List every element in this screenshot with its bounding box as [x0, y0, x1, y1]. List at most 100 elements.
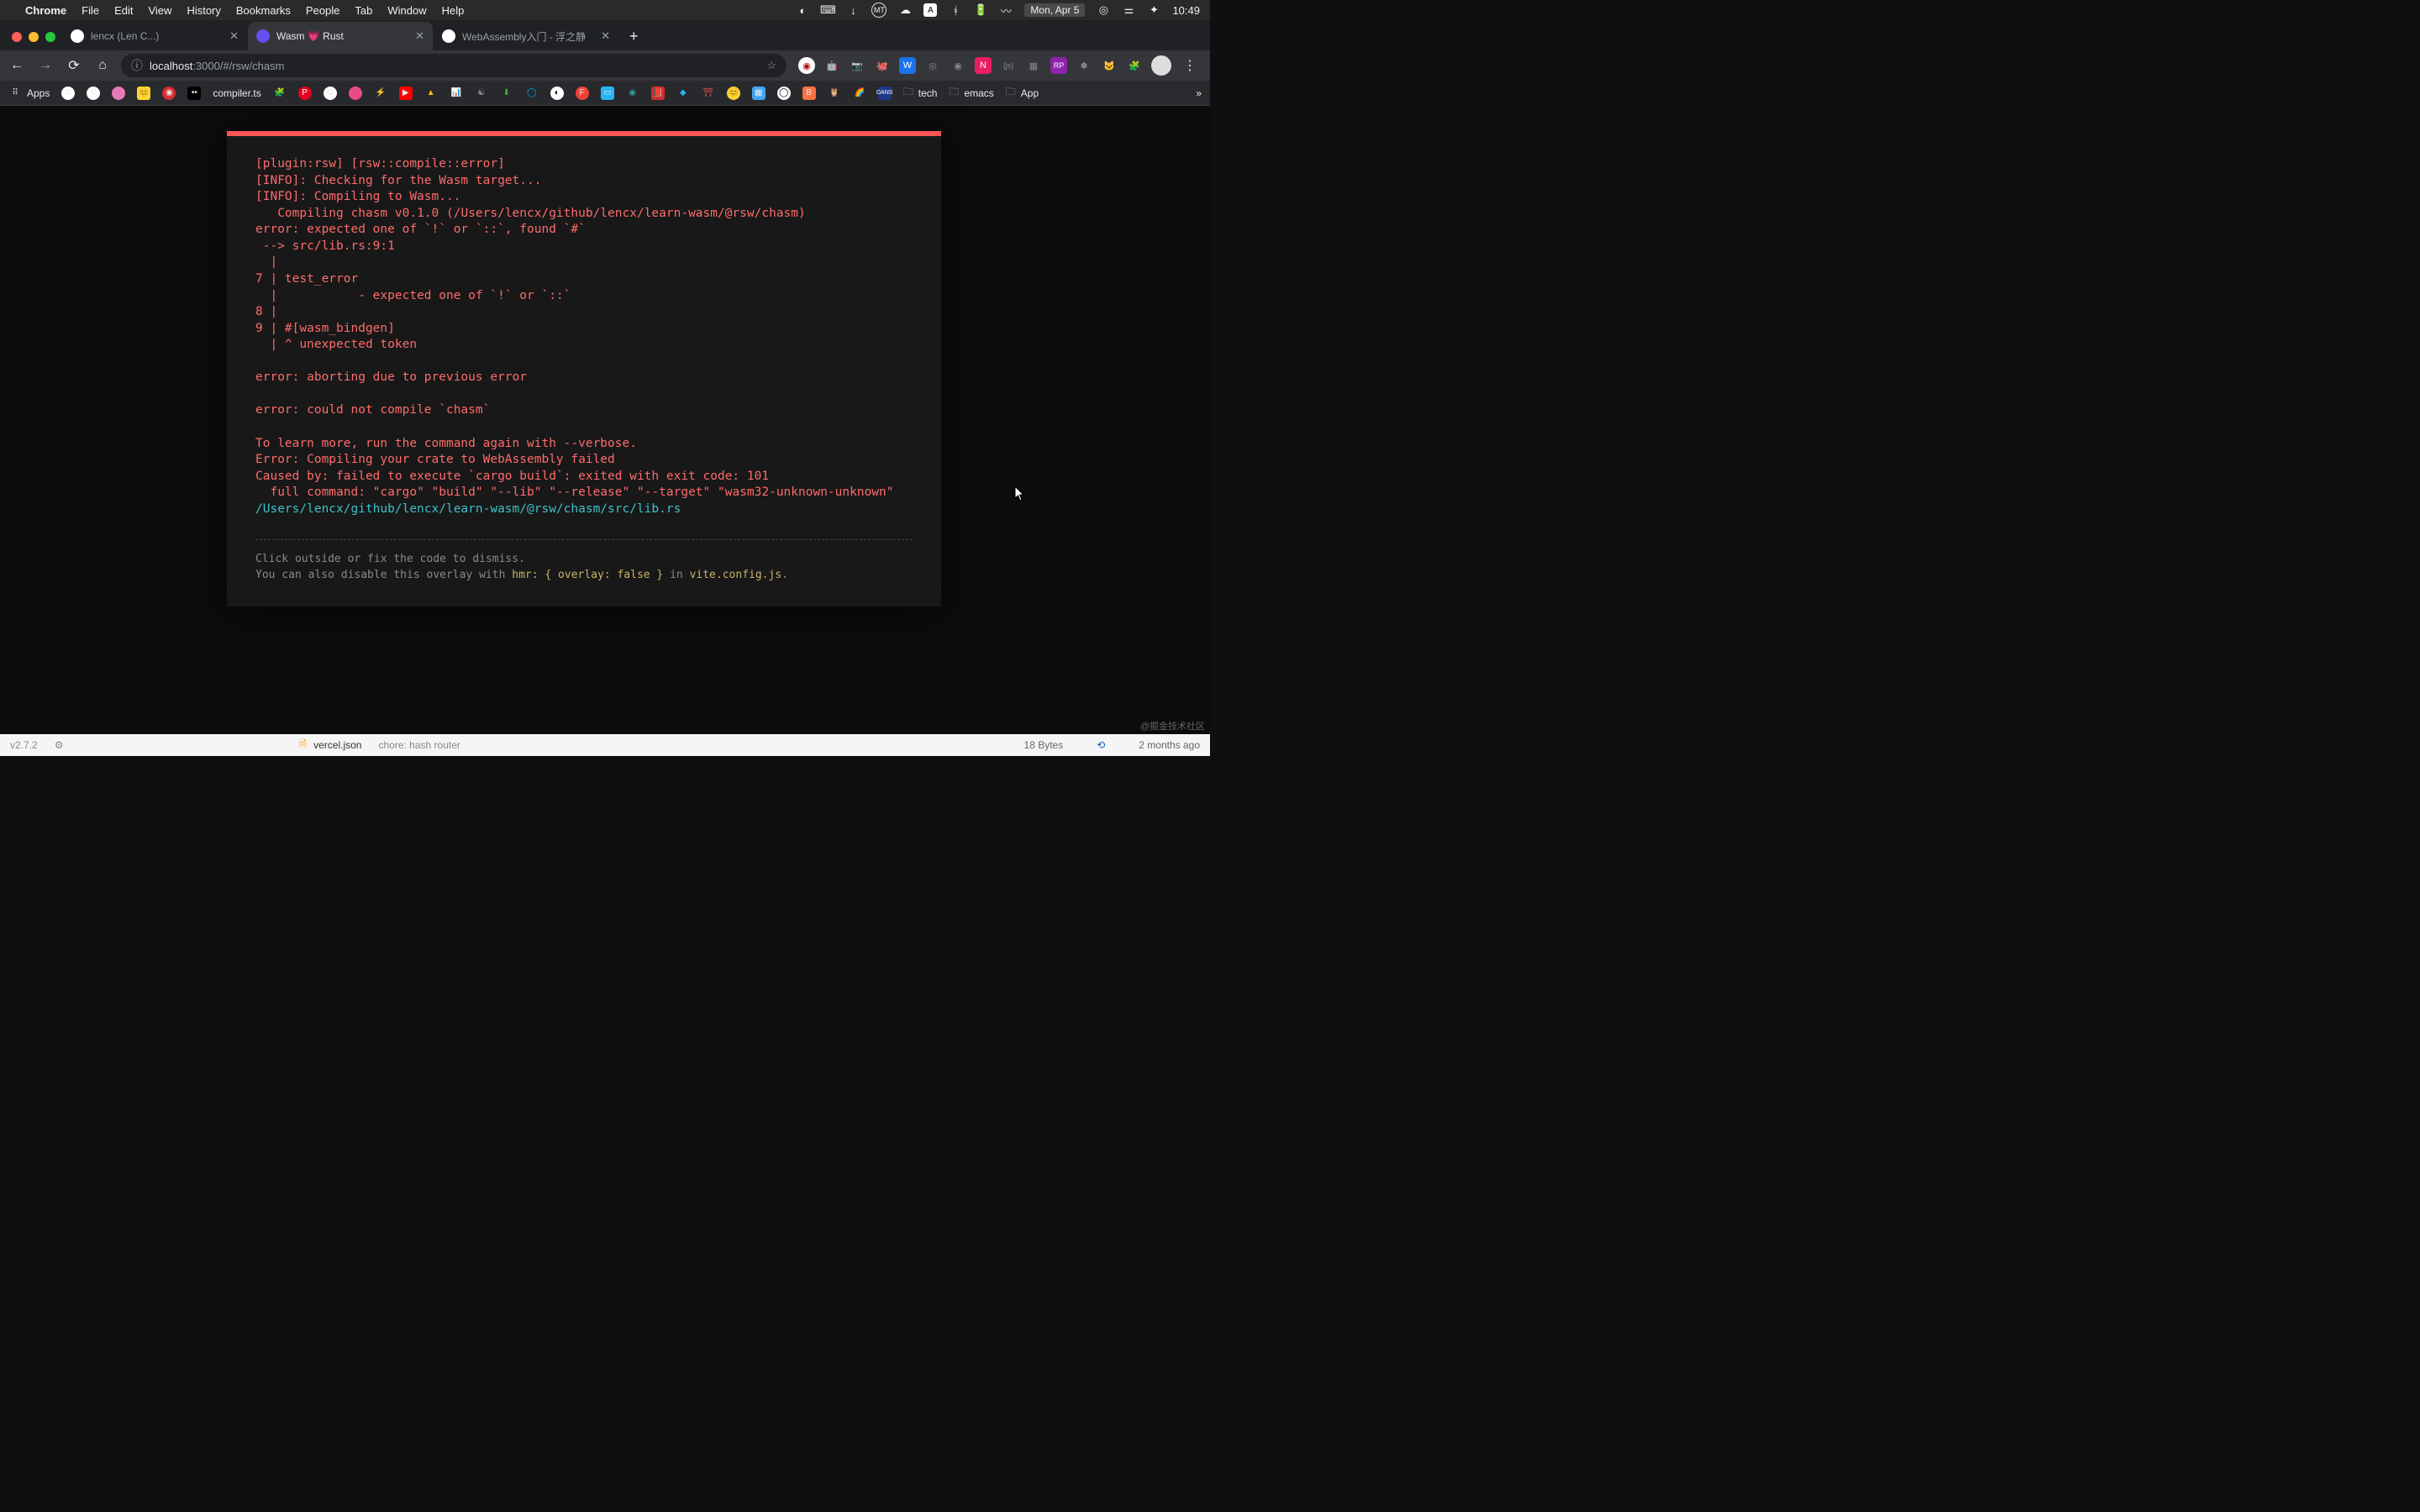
bookmark-folder-app[interactable]: 🗀 App: [1006, 84, 1039, 102]
ext-icon[interactable]: N: [975, 57, 992, 74]
menu-history[interactable]: History: [187, 4, 220, 17]
bookmark-icon[interactable]: ▦: [752, 87, 765, 100]
ext-icon[interactable]: ▦: [1025, 57, 1042, 74]
status-icon-input[interactable]: A: [923, 3, 937, 17]
apps-shortcut[interactable]: ⠿ Apps: [8, 87, 50, 100]
ext-icon[interactable]: {js}: [1000, 57, 1017, 74]
bookmarks-overflow-icon[interactable]: »: [1196, 87, 1202, 99]
bookmark-icon[interactable]: ▭: [601, 87, 614, 100]
bookmark-compiler[interactable]: compiler.ts: [213, 87, 260, 99]
bookmark-icon[interactable]: ▶: [399, 87, 413, 100]
bookmark-icon[interactable]: ◉: [162, 87, 176, 100]
bookmark-icon[interactable]: ••: [187, 87, 201, 100]
menu-view[interactable]: View: [148, 4, 171, 17]
bookmark-icon[interactable]: 📕: [651, 87, 665, 100]
menu-tab[interactable]: Tab: [355, 4, 372, 17]
back-button[interactable]: ←: [7, 55, 27, 76]
menubar-date[interactable]: Mon, Apr 5: [1024, 3, 1085, 17]
bookmark-icon[interactable]: ◯: [777, 87, 791, 100]
menu-window[interactable]: Window: [387, 4, 426, 17]
ext-ublock-icon[interactable]: ◉: [798, 57, 815, 74]
minimize-window-button[interactable]: [29, 32, 39, 42]
ext-icon[interactable]: ◎: [924, 57, 941, 74]
status-icon-battery[interactable]: 🔋: [974, 3, 987, 17]
bookmark-icon[interactable]: 🧩: [273, 87, 287, 100]
bookmark-icon[interactable]: 🦉: [828, 87, 841, 100]
status-icon-bluetooth[interactable]: ᚼ: [949, 3, 962, 17]
bookmark-icon[interactable]: F: [576, 87, 589, 100]
status-icon-mt[interactable]: MT: [871, 3, 886, 18]
fullscreen-window-button[interactable]: [45, 32, 55, 42]
bookmark-icon[interactable]: ◉: [626, 87, 639, 100]
status-icon-wechat[interactable]: ☁: [898, 3, 912, 17]
bookmark-icon[interactable]: [349, 87, 362, 100]
bookmark-icon[interactable]: ◐: [550, 87, 564, 100]
bookmark-icon[interactable]: P: [298, 87, 312, 100]
bookmark-icon[interactable]: G: [61, 87, 75, 100]
menu-file[interactable]: File: [82, 4, 99, 17]
ext-icon[interactable]: 📷: [849, 57, 865, 74]
file-icon: 🗎: [298, 737, 307, 754]
bookmark-folder-emacs[interactable]: 🗀 emacs: [949, 84, 993, 102]
status-icon-app[interactable]: ✦: [1147, 3, 1160, 17]
history-icon[interactable]: ⟲: [1097, 739, 1105, 751]
bookmark-icon[interactable]: [112, 87, 125, 100]
status-icon-location[interactable]: ◐: [796, 3, 809, 17]
status-icon-download[interactable]: ↓: [846, 3, 860, 17]
site-info-icon[interactable]: ⓘ: [131, 57, 143, 74]
bookmark-icon[interactable]: ◯: [525, 87, 539, 100]
menu-edit[interactable]: Edit: [114, 4, 133, 17]
bookmark-icon[interactable]: 🌈: [853, 87, 866, 100]
bookmark-star-icon[interactable]: ☆: [766, 59, 776, 72]
reload-button[interactable]: ⟳: [64, 55, 84, 76]
bookmark-icon[interactable]: 😊: [727, 87, 740, 100]
home-button[interactable]: ⌂: [92, 55, 113, 76]
address-bar[interactable]: ⓘ localhost:3000/#/rsw/chasm ☆: [121, 54, 786, 77]
profile-avatar[interactable]: [1151, 55, 1171, 76]
menu-bookmarks[interactable]: Bookmarks: [236, 4, 291, 17]
bookmark-icon[interactable]: ⚡: [374, 87, 387, 100]
bookmark-icon[interactable]: B: [802, 87, 816, 100]
ext-icon[interactable]: W: [899, 57, 916, 74]
status-icon-control-center[interactable]: ⚌: [1122, 3, 1135, 17]
close-tab-icon[interactable]: ✕: [601, 29, 610, 43]
error-file-path[interactable]: /Users/lencx/github/lencx/learn-wasm/@rs…: [255, 502, 681, 516]
ext-rp-icon[interactable]: RP: [1050, 57, 1067, 74]
bookmark-icon[interactable]: G: [87, 87, 100, 100]
bookmark-icon[interactable]: ◆: [676, 87, 690, 100]
bookmark-icon[interactable]: ☯: [475, 87, 488, 100]
page-viewport[interactable]: [plugin:rsw] [rsw::compile::error] [INFO…: [0, 106, 1210, 734]
new-tab-button[interactable]: +: [619, 28, 649, 50]
bookmark-icon[interactable]: 📊: [450, 87, 463, 100]
ext-icon[interactable]: ◉: [950, 57, 966, 74]
file-row[interactable]: 🗎 vercel.json: [298, 737, 361, 754]
bookmark-icon[interactable]: DANS: [878, 87, 892, 100]
status-icon-wifi[interactable]: 〰: [999, 3, 1013, 17]
ext-icon[interactable]: 🐙: [874, 57, 891, 74]
bookmark-icon[interactable]: 😊: [137, 87, 150, 100]
menu-help[interactable]: Help: [442, 4, 465, 17]
menubar-clock[interactable]: 10:49: [1172, 4, 1200, 17]
close-window-button[interactable]: [12, 32, 22, 42]
close-tab-icon[interactable]: ✕: [229, 29, 239, 43]
app-menu[interactable]: Chrome: [25, 4, 66, 17]
browser-tab-2-active[interactable]: Wasm 💗 Rust ✕: [248, 22, 433, 50]
close-tab-icon[interactable]: ✕: [415, 29, 424, 43]
status-icon-spotlight[interactable]: ◎: [1097, 3, 1110, 17]
ext-icon[interactable]: 🤖: [823, 57, 840, 74]
chrome-menu-icon[interactable]: ⋮: [1180, 57, 1200, 74]
status-icon-keyboard[interactable]: ⌨: [821, 3, 834, 17]
gear-icon[interactable]: ⚙: [55, 739, 64, 751]
ext-snowflake-icon[interactable]: ❄: [1076, 57, 1092, 74]
bookmark-icon[interactable]: ▲: [424, 87, 438, 100]
bookmark-icon[interactable]: ⬇: [500, 87, 513, 100]
bookmark-folder-tech[interactable]: 🗀 tech: [903, 84, 938, 102]
bookmark-icon[interactable]: ⛩: [702, 87, 715, 100]
browser-tab-1[interactable]: lencx (Len C...) ✕: [62, 22, 247, 50]
menu-people[interactable]: People: [306, 4, 339, 17]
ext-icon[interactable]: 🐱: [1101, 57, 1118, 74]
extensions-puzzle-icon[interactable]: 🧩: [1126, 57, 1143, 74]
bookmark-icon[interactable]: G: [324, 87, 337, 100]
browser-tab-3[interactable]: WebAssembly入门 - 浮之静 ✕: [434, 22, 618, 50]
forward-button[interactable]: →: [35, 55, 55, 76]
